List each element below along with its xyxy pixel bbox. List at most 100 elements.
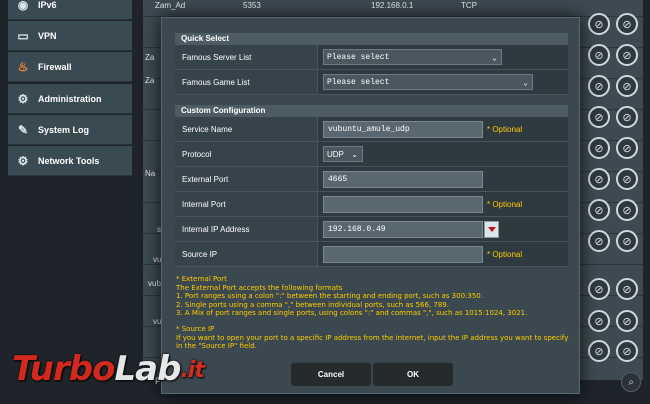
- table-row: Zam_Ad 5353 192.168.0.1 TCP: [143, 0, 643, 17]
- edit-rule-button[interactable]: ⊘: [588, 13, 610, 35]
- table-cell: Zam_Ad: [155, 1, 186, 10]
- search-button[interactable]: ⌕: [621, 372, 641, 392]
- edit-rule-button[interactable]: ⊘: [588, 137, 610, 159]
- edit-icon: ⊘: [594, 18, 604, 31]
- delete-rule-button[interactable]: ⊘: [616, 278, 638, 300]
- edit-rule-button[interactable]: ⊘: [588, 75, 610, 97]
- internal-port-label: Internal Port: [175, 192, 318, 216]
- internal-ip-input[interactable]: 192.168.0.49: [323, 220, 483, 238]
- delete-icon: ⊘: [622, 173, 632, 186]
- note-text: If you want to open your port to a speci…: [176, 333, 569, 342]
- custom-config-header: Custom Configuration: [175, 105, 568, 117]
- delete-icon: ⊘: [622, 345, 632, 358]
- quick-select-header: Quick Select: [175, 33, 568, 45]
- firewall-icon: ♨: [17, 59, 29, 74]
- sidebar-item-label: Administration: [38, 93, 102, 104]
- delete-rule-button[interactable]: ⊘: [616, 137, 638, 159]
- table-cell: Za: [145, 76, 155, 85]
- sidebar-item-label: Firewall: [38, 61, 72, 72]
- ip-dropdown-button[interactable]: [484, 220, 499, 238]
- sidebar-item-network-tools[interactable]: ⚙ Network Tools: [8, 146, 132, 176]
- chevron-down-icon: ⌄: [351, 150, 358, 159]
- chevron-down-icon: ⌄: [492, 54, 497, 63]
- delete-icon: ⊘: [622, 235, 632, 248]
- cancel-button[interactable]: Cancel: [291, 362, 371, 386]
- delete-icon: ⊘: [622, 111, 632, 124]
- edit-icon: ⊘: [594, 80, 604, 93]
- delete-icon: ⊘: [622, 80, 632, 93]
- sidebar-item-vpn[interactable]: ▭ VPN: [8, 21, 132, 51]
- sidebar-item-firewall[interactable]: ♨ Firewall: [8, 52, 132, 82]
- edit-rule-button[interactable]: ⊘: [588, 310, 610, 332]
- famous-game-select[interactable]: Please select ⌄: [323, 74, 533, 90]
- delete-rule-button[interactable]: ⊘: [616, 230, 638, 252]
- sidebar-item-ipv6[interactable]: ◉ IPv6: [8, 0, 132, 20]
- sidebar-item-system-log[interactable]: ✎ System Log: [8, 115, 132, 145]
- delete-icon: ⊘: [622, 49, 632, 62]
- delete-rule-button[interactable]: ⊘: [616, 199, 638, 221]
- delete-icon: ⊘: [622, 18, 632, 31]
- protocol-value: UDP: [327, 149, 344, 159]
- help-notes: * External Port The External Port accept…: [176, 275, 571, 351]
- delete-icon: ⊘: [622, 204, 632, 217]
- optional-hint: * Optional: [487, 249, 523, 259]
- edit-rule-button[interactable]: ⊘: [588, 230, 610, 252]
- edit-icon: ⊘: [594, 142, 604, 155]
- note-text: 3. A Mix of port ranges and single ports…: [176, 309, 528, 318]
- protocol-select[interactable]: UDP ⌄: [323, 146, 363, 162]
- delete-rule-button[interactable]: ⊘: [616, 13, 638, 35]
- turbolab-watermark-logo: Turbo Lab .it: [12, 349, 205, 389]
- chevron-down-icon: ⌄: [523, 79, 528, 88]
- table-cell: vub: [148, 279, 161, 288]
- note-external-title: * External Port: [176, 275, 227, 283]
- network-tools-icon: ⚙: [17, 153, 29, 168]
- vpn-icon: ▭: [17, 28, 29, 43]
- edit-icon: ⊘: [594, 49, 604, 62]
- delete-rule-button[interactable]: ⊘: [616, 168, 638, 190]
- edit-rule-button[interactable]: ⊘: [588, 278, 610, 300]
- famous-game-label: Famous Game List: [175, 70, 318, 94]
- edit-rule-button[interactable]: ⊘: [588, 44, 610, 66]
- famous-server-select[interactable]: Please select ⌄: [323, 49, 502, 65]
- edit-icon: ⊘: [594, 235, 604, 248]
- delete-rule-button[interactable]: ⊘: [616, 106, 638, 128]
- service-name-row: Service Name vubuntu_amule_udp * Optiona…: [175, 117, 568, 142]
- edit-icon: ⊘: [594, 204, 604, 217]
- sidebar-item-administration[interactable]: ⚙ Administration: [8, 84, 132, 114]
- quick-select-table: Famous Server List Please select ⌄ Famou…: [175, 45, 568, 95]
- source-ip-row: Source IP * Optional: [175, 242, 568, 267]
- table-cell: Za: [145, 53, 155, 62]
- delete-rule-button[interactable]: ⊘: [616, 44, 638, 66]
- system-log-icon: ✎: [17, 122, 29, 137]
- source-ip-input[interactable]: [323, 245, 483, 263]
- internal-port-input[interactable]: [323, 195, 483, 213]
- external-port-label: External Port: [175, 167, 318, 191]
- edit-icon: ⊘: [594, 111, 604, 124]
- famous-game-value: Please select: [327, 77, 390, 87]
- edit-rule-button[interactable]: ⊘: [588, 340, 610, 362]
- note-source-title: * Source IP: [176, 324, 215, 333]
- delete-rule-button[interactable]: ⊘: [616, 310, 638, 332]
- famous-game-row: Famous Game List Please select ⌄: [175, 70, 568, 95]
- edit-rule-button[interactable]: ⊘: [588, 168, 610, 190]
- service-name-input[interactable]: vubuntu_amule_udp: [323, 120, 483, 138]
- protocol-row: Protocol UDP ⌄: [175, 142, 568, 167]
- source-ip-label: Source IP: [175, 242, 318, 266]
- custom-config-table: Service Name vubuntu_amule_udp * Optiona…: [175, 117, 568, 267]
- delete-rule-button[interactable]: ⊘: [616, 75, 638, 97]
- note-text: 1. Port ranges using a colon ":" between…: [176, 292, 483, 301]
- sidebar-item-label: IPv6: [38, 0, 57, 10]
- table-cell: Na: [145, 169, 156, 178]
- edit-rule-button[interactable]: ⊘: [588, 199, 610, 221]
- watermark-part: Lab: [114, 349, 181, 389]
- famous-server-value: Please select: [327, 52, 390, 62]
- delete-rule-button[interactable]: ⊘: [616, 340, 638, 362]
- sidebar: ◉ IPv6 ▭ VPN ♨ Firewall ⚙ Administration…: [8, 0, 132, 180]
- external-port-input[interactable]: 4665: [323, 170, 483, 188]
- ok-button[interactable]: OK: [373, 362, 453, 386]
- ipv6-icon: ◉: [17, 0, 29, 12]
- sidebar-item-label: System Log: [38, 124, 90, 135]
- sidebar-item-label: VPN: [38, 30, 57, 41]
- table-cell: 192.168.0.1: [371, 1, 414, 10]
- edit-rule-button[interactable]: ⊘: [588, 106, 610, 128]
